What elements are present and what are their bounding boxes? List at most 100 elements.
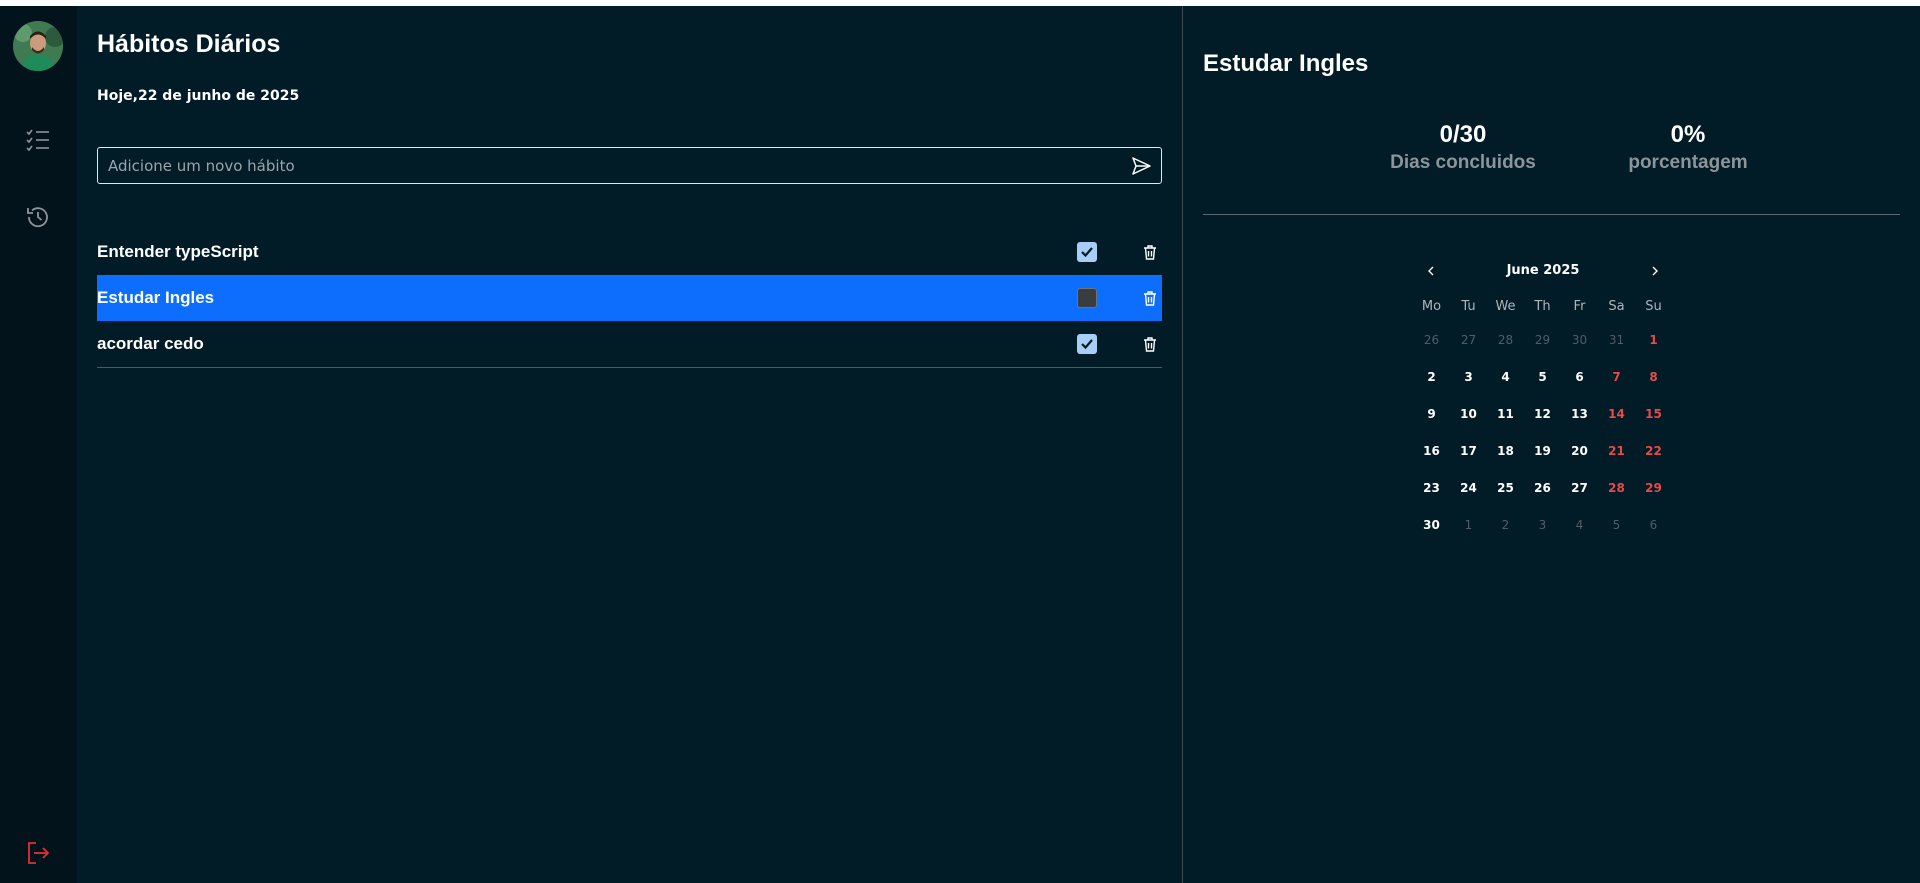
calendar-day[interactable]: 18 (1487, 444, 1524, 458)
calendar-week: 9 10 11 12 13 14 15 (1413, 395, 1673, 432)
today-date: Hoje,22 de junho de 2025 (97, 88, 300, 104)
detail-title: Estudar Ingles (1203, 50, 1369, 77)
calendar-day[interactable]: 23 (1413, 481, 1450, 495)
calendar-day[interactable]: 2 (1413, 370, 1450, 384)
calendar-day[interactable]: 8 (1635, 370, 1672, 384)
check-icon (1081, 247, 1093, 258)
delete-habit-button[interactable] (1139, 241, 1161, 263)
calendar-week: 23 24 25 26 27 28 29 (1413, 469, 1673, 506)
percentage-value: 0% (1670, 121, 1706, 148)
calendar-day[interactable]: 4 (1561, 518, 1598, 532)
habit-name: acordar cedo (97, 334, 204, 353)
calendar-day[interactable]: 3 (1450, 370, 1487, 384)
calendar-week: 30 1 2 3 4 5 6 (1413, 506, 1673, 543)
add-habit-button[interactable] (1121, 148, 1161, 183)
chevron-left-icon (1428, 266, 1434, 276)
habit-item-selected[interactable]: Estudar Ingles (97, 275, 1162, 321)
habit-name: Entender typeScript (97, 242, 259, 261)
percentage-label: porcentagem (1628, 152, 1748, 173)
avatar[interactable] (13, 21, 63, 71)
calendar-day[interactable]: 28 (1598, 481, 1635, 495)
trash-icon (1144, 337, 1156, 352)
trash-icon (1144, 291, 1156, 306)
weekday-label: Sa (1608, 298, 1625, 314)
days-completed-value: 0/30 (1439, 121, 1487, 148)
calendar: June 2025 Mo Tu We Th Fr Sa Su 26 27 28 29 3… (1413, 259, 1673, 543)
calendar-day[interactable]: 28 (1487, 333, 1524, 347)
new-habit-input[interactable] (98, 148, 1121, 183)
habit-item[interactable]: Entender typeScript (97, 229, 1162, 275)
check-icon (1081, 339, 1093, 350)
calendar-day[interactable]: 27 (1561, 481, 1598, 495)
logout-button[interactable] (20, 835, 56, 871)
history-nav-button[interactable] (20, 199, 56, 235)
calendar-month-label: June 2025 (1506, 263, 1580, 278)
calendar-day[interactable]: 29 (1635, 481, 1672, 495)
habit-detail-panel: Estudar Ingles 0/30 Dias concluidos 0% p… (1183, 6, 1920, 883)
calendar-day[interactable]: 12 (1524, 407, 1561, 421)
calendar-day[interactable]: 19 (1524, 444, 1561, 458)
calendar-day[interactable]: 13 (1561, 407, 1598, 421)
calendar-day[interactable]: 30 (1413, 518, 1450, 532)
calendar-next-button[interactable] (1645, 261, 1665, 281)
history-icon (27, 207, 48, 228)
calendar-day[interactable]: 26 (1413, 333, 1450, 347)
habits-nav-button[interactable] (20, 122, 56, 158)
calendar-day[interactable]: 16 (1413, 444, 1450, 458)
page-title: Hábitos Diários (97, 30, 281, 58)
calendar-day[interactable]: 4 (1487, 370, 1524, 384)
habit-checkbox[interactable] (1077, 242, 1097, 262)
calendar-day[interactable]: 22 (1635, 444, 1672, 458)
weekday-label: Mo (1421, 298, 1442, 314)
calendar-day[interactable]: 20 (1561, 444, 1598, 458)
trash-icon (1144, 245, 1156, 260)
habit-checkbox[interactable] (1077, 288, 1097, 308)
calendar-day[interactable]: 11 (1487, 407, 1524, 421)
calendar-header: June 2025 (1413, 259, 1673, 285)
list-divider (97, 367, 1162, 368)
habit-list: Entender typeScript Estudar Ingles acord… (97, 229, 1162, 367)
calendar-day[interactable]: 5 (1524, 370, 1561, 384)
calendar-day[interactable]: 7 (1598, 370, 1635, 384)
calendar-day[interactable]: 14 (1598, 407, 1635, 421)
habit-checkbox[interactable] (1077, 334, 1097, 354)
calendar-day[interactable]: 1 (1450, 518, 1487, 532)
calendar-day[interactable]: 3 (1524, 518, 1561, 532)
days-completed-label: Dias concluidos (1390, 152, 1536, 173)
weekday-label: Su (1645, 298, 1662, 314)
delete-habit-button[interactable] (1139, 287, 1161, 309)
calendar-day[interactable]: 21 (1598, 444, 1635, 458)
calendar-day[interactable]: 6 (1635, 518, 1672, 532)
weekday-label: Tu (1461, 298, 1476, 314)
calendar-day[interactable]: 25 (1487, 481, 1524, 495)
app-root: Hábitos Diários Hoje,22 de junho de 2025… (0, 6, 1920, 883)
calendar-day[interactable]: 29 (1524, 333, 1561, 347)
calendar-day[interactable]: 26 (1524, 481, 1561, 495)
habits-panel: Hábitos Diários Hoje,22 de junho de 2025… (77, 6, 1182, 883)
calendar-day[interactable]: 9 (1413, 407, 1450, 421)
calendar-day[interactable]: 5 (1598, 518, 1635, 532)
habit-item[interactable]: acordar cedo (97, 321, 1162, 367)
calendar-day[interactable]: 24 (1450, 481, 1487, 495)
weekday-label: Fr (1573, 298, 1586, 314)
logout-icon (28, 842, 50, 864)
calendar-day[interactable]: 30 (1561, 333, 1598, 347)
calendar-day[interactable]: 1 (1635, 333, 1672, 347)
delete-habit-button[interactable] (1139, 333, 1161, 355)
calendar-day[interactable]: 31 (1598, 333, 1635, 347)
weekday-label: Th (1534, 298, 1551, 314)
calendar-week: 16 17 18 19 20 21 22 (1413, 432, 1673, 469)
calendar-day[interactable]: 10 (1450, 407, 1487, 421)
calendar-prev-button[interactable] (1421, 261, 1441, 281)
send-icon (1132, 156, 1151, 175)
calendar-day[interactable]: 17 (1450, 444, 1487, 458)
weekday-label: We (1495, 298, 1516, 314)
calendar-day[interactable]: 15 (1635, 407, 1672, 421)
calendar-day[interactable]: 6 (1561, 370, 1598, 384)
calendar-day[interactable]: 2 (1487, 518, 1524, 532)
sidebar (0, 6, 77, 883)
calendar-week: 26 27 28 29 30 31 1 (1413, 321, 1673, 358)
add-habit-form (97, 147, 1162, 184)
calendar-day[interactable]: 27 (1450, 333, 1487, 347)
avatar-icon (13, 21, 63, 71)
